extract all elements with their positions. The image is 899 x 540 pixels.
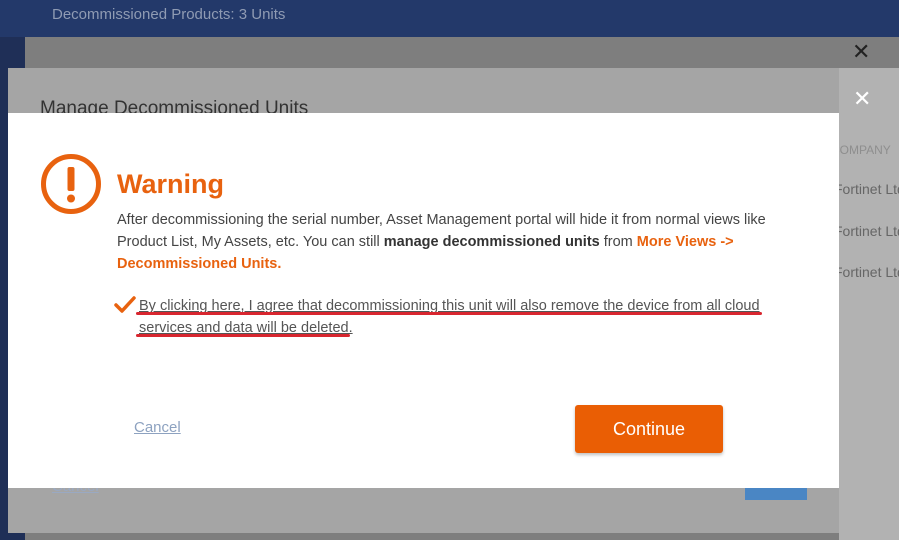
annotation-underline bbox=[136, 334, 350, 337]
company-column-header: COMPANY bbox=[831, 143, 891, 157]
table-row-company: Fortinet Ltd bbox=[834, 223, 899, 239]
continue-button[interactable]: Continue bbox=[575, 405, 723, 453]
cancel-link[interactable]: Cancel bbox=[134, 419, 181, 436]
warning-title: Warning bbox=[117, 169, 224, 199]
manage-dialog-close-icon[interactable]: ✕ bbox=[853, 87, 871, 111]
warning-message-bold: manage decommissioned units bbox=[383, 234, 600, 250]
agree-label[interactable]: By clicking here, I agree that decommiss… bbox=[139, 295, 779, 339]
close-icon[interactable]: ✕ bbox=[852, 40, 870, 64]
decommissioned-count-title: Decommissioned Products: 3 Units bbox=[52, 6, 286, 23]
table-row-company: Fortinet Ltd bbox=[834, 181, 899, 197]
warning-dialog: Warning After decommissioning the serial… bbox=[8, 113, 839, 488]
page-header: Decommissioned Products: 3 Units bbox=[0, 0, 899, 37]
annotation-underline bbox=[136, 312, 762, 315]
warning-message-text: from bbox=[599, 234, 637, 250]
manage-dialog-table-panel bbox=[839, 68, 899, 540]
warning-message: After decommissioning the serial number,… bbox=[117, 209, 787, 275]
table-row-company: Fortinet Ltd bbox=[834, 264, 899, 280]
warning-exclamation-icon bbox=[41, 154, 101, 214]
checkmark-icon[interactable] bbox=[114, 295, 136, 315]
